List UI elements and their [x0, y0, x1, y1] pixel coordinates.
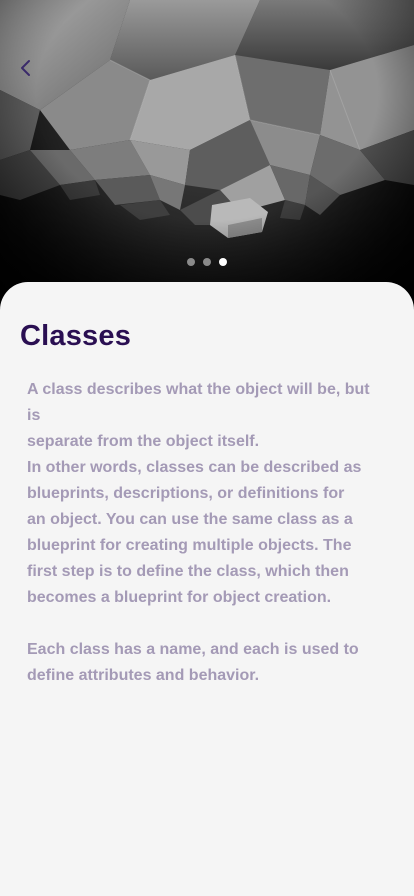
body-line: A class describes what the object will b…: [27, 381, 370, 424]
body-line: blueprint for creating multiple objects.…: [27, 537, 352, 554]
page-title: Classes: [20, 320, 132, 352]
body-line: separate from the object itself.: [27, 433, 260, 450]
page-dot-3-active[interactable]: [219, 258, 227, 266]
body-line: first step is to define the class, which…: [27, 563, 349, 580]
body-line: Each class has a name, and each is used …: [27, 641, 359, 658]
page-dot-2[interactable]: [203, 258, 211, 266]
body-line: becomes a blueprint for object creation.: [27, 589, 332, 606]
hero-image: [0, 0, 414, 310]
page-dot-1[interactable]: [187, 258, 195, 266]
content-sheet: Classes A class describes what the objec…: [0, 282, 414, 896]
chevron-left-icon: [21, 60, 30, 76]
body-line: In other words, classes can be described…: [27, 459, 362, 476]
screen: Classes A class describes what the objec…: [0, 0, 414, 896]
body-line: define attributes and behavior.: [27, 667, 260, 684]
body-line: blueprints, descriptions, or definitions…: [27, 485, 345, 502]
body-text: A class describes what the object will b…: [27, 377, 387, 689]
back-button[interactable]: [12, 54, 40, 82]
body-line: an object. You can use the same class as…: [27, 511, 353, 528]
carousel-page-indicator: [0, 258, 414, 266]
